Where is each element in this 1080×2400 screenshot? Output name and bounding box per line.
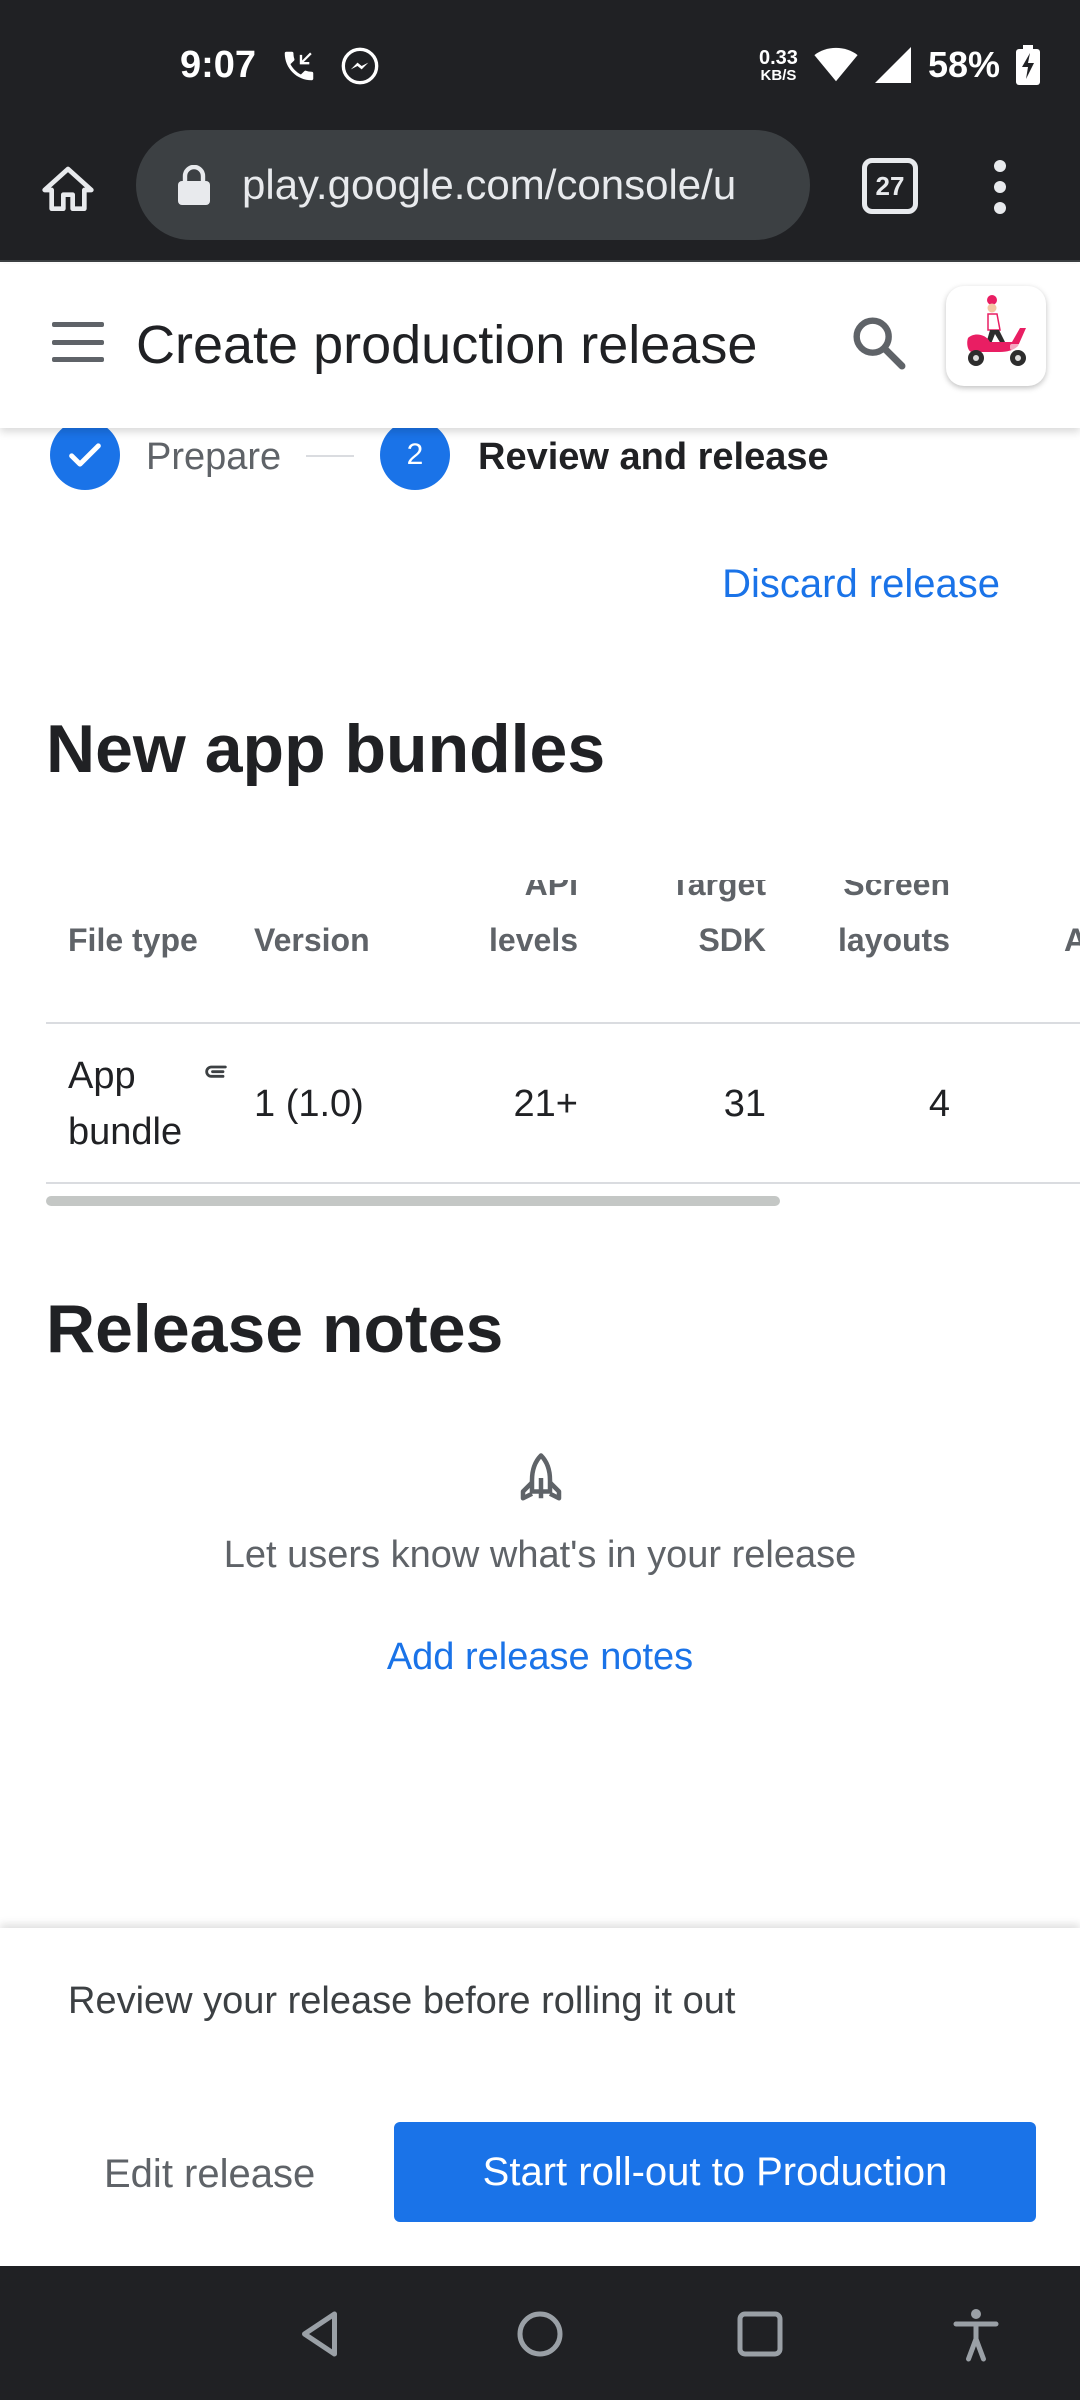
start-rollout-button[interactable]: Start roll-out to Production bbox=[394, 2122, 1036, 2222]
rocket-icon bbox=[520, 1453, 562, 1501]
accessibility-icon[interactable] bbox=[946, 2304, 1006, 2364]
release-stepper: Prepare 2 Review and release bbox=[0, 420, 1080, 490]
lock-icon bbox=[178, 165, 210, 205]
cell-target-sdk: 31 bbox=[723, 1083, 766, 1125]
battery-percent: 58% bbox=[927, 44, 1000, 85]
status-bar: 9:07 0.33 KB/S 58% bbox=[0, 0, 1080, 130]
column-header-screen-layouts: Screen layouts bbox=[837, 880, 950, 958]
wifi-icon bbox=[814, 47, 858, 82]
step-connector bbox=[306, 455, 354, 457]
menu-icon[interactable] bbox=[52, 322, 104, 362]
discard-release-link[interactable]: Discard release bbox=[722, 562, 1000, 607]
battery-charging-icon bbox=[1016, 45, 1040, 85]
messenger-icon bbox=[341, 47, 379, 85]
release-notes-empty-message: Let users know what's in your release bbox=[223, 1534, 857, 1576]
status-time: 9:07 bbox=[180, 44, 257, 86]
edit-release-button[interactable]: Edit release bbox=[104, 2124, 315, 2224]
table-header-divider bbox=[46, 1022, 1080, 1024]
scooter-rider-icon bbox=[967, 295, 1026, 366]
step-number-badge: 2 bbox=[380, 420, 450, 490]
network-speed: 0.33 KB/S bbox=[759, 46, 798, 84]
release-action-panel: Review your release before rolling it ou… bbox=[0, 1928, 1080, 2266]
browser-toolbar: play.google.com/console/u 27 bbox=[0, 130, 1080, 262]
cell-version: 1 (1.0) bbox=[254, 1083, 364, 1125]
search-icon[interactable] bbox=[846, 310, 910, 374]
column-header-version: Version bbox=[254, 922, 370, 958]
review-prompt: Review your release before rolling it ou… bbox=[68, 1980, 736, 2022]
step-prepare-label[interactable]: Prepare bbox=[146, 436, 281, 479]
table-row-divider bbox=[46, 1182, 1080, 1184]
recents-icon[interactable] bbox=[730, 2304, 790, 2364]
check-icon bbox=[69, 443, 101, 467]
url-text: play.google.com/console/u bbox=[242, 161, 737, 208]
missed-call-icon bbox=[284, 51, 314, 81]
back-icon[interactable] bbox=[292, 2304, 352, 2364]
cell-file-type: App bundle bbox=[68, 1055, 183, 1153]
column-header-file-type: File type bbox=[68, 922, 198, 958]
tab-switcher-button[interactable]: 27 bbox=[862, 158, 918, 214]
more-vert-icon bbox=[994, 160, 1006, 172]
column-header-target-sdk: Target SDK bbox=[670, 880, 766, 958]
page-title: Create production release bbox=[136, 315, 758, 375]
cell-screen-layouts: 4 bbox=[928, 1083, 950, 1125]
add-release-notes-link[interactable]: Add release notes bbox=[0, 1636, 1080, 1679]
app-avatar[interactable] bbox=[946, 286, 1046, 386]
app-bundles-table: File type Version API levels Target SDK … bbox=[46, 880, 1080, 1200]
release-notes-heading: Release notes bbox=[46, 1291, 504, 1367]
cell-signal-icon bbox=[874, 47, 911, 83]
browser-menu-button[interactable] bbox=[980, 152, 1020, 222]
app-header: Create production release bbox=[0, 264, 1080, 428]
new-app-bundles-heading: New app bundles bbox=[46, 711, 606, 787]
address-bar[interactable]: play.google.com/console/u bbox=[136, 130, 810, 240]
link-icon[interactable] bbox=[202, 1060, 230, 1088]
column-header-truncated: A bbox=[1064, 922, 1080, 958]
column-header-api-levels: API levels bbox=[489, 880, 578, 958]
home-button[interactable] bbox=[30, 152, 106, 228]
home-icon bbox=[42, 166, 94, 212]
step-review-label: Review and release bbox=[478, 436, 829, 478]
home-nav-icon[interactable] bbox=[510, 2304, 570, 2364]
system-nav-bar bbox=[0, 2266, 1080, 2400]
table-horizontal-scrollbar[interactable] bbox=[46, 1196, 780, 1206]
cell-api-levels: 21+ bbox=[513, 1083, 578, 1125]
step-complete-check[interactable] bbox=[50, 420, 120, 490]
